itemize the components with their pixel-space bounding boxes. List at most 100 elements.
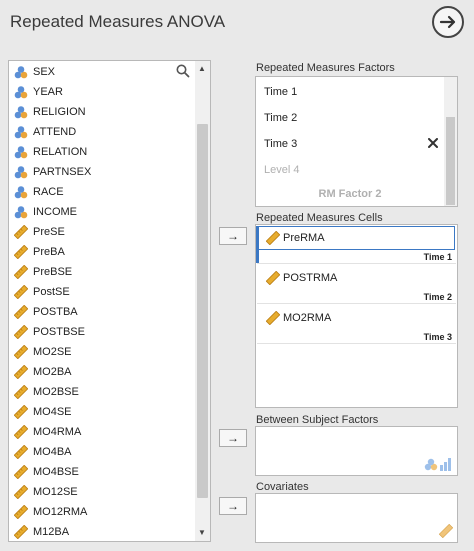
nominal-icon bbox=[14, 66, 28, 79]
ruler-icon bbox=[266, 311, 280, 325]
ruler-icon bbox=[266, 231, 280, 245]
between-box[interactable] bbox=[255, 426, 458, 476]
variable-item-prebse[interactable]: PreBSE bbox=[14, 262, 72, 282]
variable-item-prese[interactable]: PreSE bbox=[14, 222, 65, 242]
ruler-icon bbox=[14, 325, 28, 339]
variable-name: MO2SE bbox=[33, 346, 72, 358]
variable-item-mo4se[interactable]: MO4SE bbox=[14, 402, 72, 422]
variable-item-sex[interactable]: SEX bbox=[14, 62, 55, 82]
variable-item-postbse[interactable]: POSTBSE bbox=[14, 322, 85, 342]
variable-item-mo2bse[interactable]: MO2BSE bbox=[14, 382, 79, 402]
rm-cell-2-variable: POSTRMA bbox=[283, 272, 338, 284]
move-to-between-button[interactable]: → bbox=[219, 429, 247, 447]
variable-name: MO4RMA bbox=[33, 426, 82, 438]
covariates-box[interactable] bbox=[255, 493, 458, 543]
variable-item-mo2ba[interactable]: MO2BA bbox=[14, 362, 72, 382]
variable-name: MO4BA bbox=[33, 446, 72, 458]
variable-name: PreBA bbox=[33, 246, 65, 258]
rm-factors-scroll-thumb[interactable] bbox=[446, 117, 455, 205]
variable-item-mo12rma[interactable]: MO12RMA bbox=[14, 502, 87, 522]
variable-item-mo2se[interactable]: MO2SE bbox=[14, 342, 72, 362]
nominal-icon bbox=[14, 206, 28, 219]
ruler-icon bbox=[14, 445, 28, 459]
variable-item-m12ba[interactable]: M12BA bbox=[14, 522, 69, 542]
rm-cell-2[interactable]: POSTRMA Time 2 bbox=[257, 265, 456, 303]
variable-item-preba[interactable]: PreBA bbox=[14, 242, 65, 262]
ruler-icon bbox=[14, 245, 28, 259]
variable-item-postba[interactable]: POSTBA bbox=[14, 302, 78, 322]
variable-item-year[interactable]: YEAR bbox=[14, 82, 63, 102]
variable-item-postse[interactable]: PostSE bbox=[14, 282, 70, 302]
rm-cell-3[interactable]: MO2RMA Time 3 bbox=[257, 305, 456, 343]
ruler-icon bbox=[14, 465, 28, 479]
arrow-right-icon bbox=[439, 15, 456, 29]
variable-item-race[interactable]: RACE bbox=[14, 182, 64, 202]
variable-name: MO4SE bbox=[33, 406, 72, 418]
variable-name: MO2BA bbox=[33, 366, 72, 378]
variable-item-income[interactable]: INCOME bbox=[14, 202, 77, 222]
rm-cells-box: PreRMA Time 1 POSTRMA Time 2 MO2RMA Time… bbox=[255, 224, 458, 408]
rm-factor-placeholder[interactable]: RM Factor 2 bbox=[256, 188, 444, 200]
variable-item-partnsex[interactable]: PARTNSEX bbox=[14, 162, 91, 182]
ruler-icon bbox=[14, 405, 28, 419]
move-to-covariates-button[interactable]: → bbox=[219, 497, 247, 515]
rm-factors-box: Time 1 Time 2 Time 3 Level 4 RM Factor 2 bbox=[255, 76, 458, 207]
nominal-icon bbox=[14, 86, 28, 99]
close-icon[interactable] bbox=[428, 138, 438, 148]
ruler-icon bbox=[14, 225, 28, 239]
rm-level-2[interactable]: Time 2 bbox=[264, 112, 297, 124]
rm-factors-label: Repeated Measures Factors bbox=[256, 62, 395, 74]
variable-item-mo4rma[interactable]: MO4RMA bbox=[14, 422, 81, 442]
rm-factors-scrollbar[interactable] bbox=[444, 77, 457, 206]
variable-name: MO2BSE bbox=[33, 386, 79, 398]
ruler-icon bbox=[14, 505, 28, 519]
variable-name: MO12RMA bbox=[33, 506, 88, 518]
rm-level-3[interactable]: Time 3 bbox=[264, 138, 297, 150]
cell-divider bbox=[257, 343, 456, 344]
scroll-up-icon[interactable]: ▲ bbox=[198, 64, 206, 73]
variable-item-attend[interactable]: ATTEND bbox=[14, 122, 76, 142]
ruler-icon bbox=[14, 425, 28, 439]
ruler-icon bbox=[14, 365, 28, 379]
ruler-icon bbox=[14, 525, 28, 539]
rm-cells-label: Repeated Measures Cells bbox=[256, 212, 383, 224]
variable-name: PostSE bbox=[33, 286, 70, 298]
rm-cell-3-variable: MO2RMA bbox=[283, 312, 332, 324]
variable-name: M12BA bbox=[33, 526, 70, 538]
ruler-icon bbox=[14, 265, 28, 279]
variable-name: SEX bbox=[33, 66, 56, 78]
variable-name: YEAR bbox=[33, 86, 63, 98]
variable-item-relation[interactable]: RELATION bbox=[14, 142, 87, 162]
nominal-ordinal-icon bbox=[424, 458, 451, 471]
nominal-icon bbox=[14, 166, 28, 179]
nominal-icon bbox=[14, 146, 28, 159]
variable-name: RELATION bbox=[33, 146, 88, 158]
move-to-cells-button[interactable]: → bbox=[219, 227, 247, 245]
rm-cell-2-level: Time 2 bbox=[423, 292, 452, 302]
scroll-down-icon[interactable]: ▼ bbox=[198, 528, 206, 537]
variable-name: ATTEND bbox=[33, 126, 77, 138]
rm-cell-1-content[interactable]: PreRMA Time 1 bbox=[257, 225, 456, 263]
cell-divider bbox=[257, 263, 456, 264]
ruler-icon bbox=[14, 345, 28, 359]
search-icon[interactable] bbox=[176, 64, 190, 78]
window-title: Repeated Measures ANOVA bbox=[10, 12, 226, 31]
variable-item-mo4bse[interactable]: MO4BSE bbox=[14, 462, 79, 482]
variable-item-mo4ba[interactable]: MO4BA bbox=[14, 442, 72, 462]
rm-level-1[interactable]: Time 1 bbox=[264, 86, 297, 98]
variable-item-mo12se[interactable]: MO12SE bbox=[14, 482, 78, 502]
ruler-icon bbox=[14, 285, 28, 299]
variable-items: SEX YEAR RELIGION ATTEND RELATION PARTNSEX RAC… bbox=[8, 60, 195, 542]
rm-cell-1-level: Time 1 bbox=[423, 252, 452, 262]
variable-item-religion[interactable]: RELIGION bbox=[14, 102, 86, 122]
scrollbar-thumb[interactable] bbox=[197, 124, 208, 498]
variable-name: POSTBSE bbox=[33, 326, 85, 338]
ruler-icon bbox=[266, 271, 280, 285]
between-label: Between Subject Factors bbox=[256, 414, 379, 426]
rm-cell-1-variable: PreRMA bbox=[283, 232, 325, 244]
ruler-icon bbox=[14, 385, 28, 399]
run-analysis-button[interactable] bbox=[432, 6, 464, 38]
variable-name: RACE bbox=[33, 186, 64, 198]
rm-level-placeholder[interactable]: Level 4 bbox=[264, 164, 299, 176]
variable-name: POSTBA bbox=[33, 306, 78, 318]
